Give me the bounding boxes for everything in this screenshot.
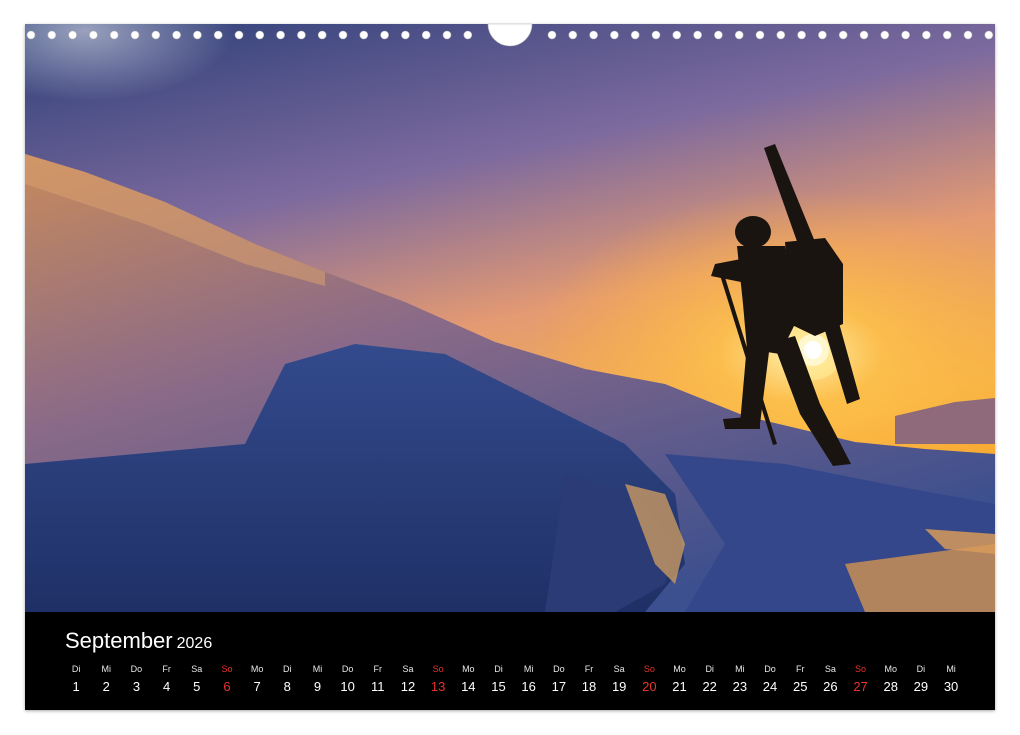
weekday-label: So [643,664,655,674]
day-number: 10 [340,679,355,694]
day-cell: Mo 14 [453,663,483,696]
day-cell: Di 15 [483,663,513,696]
day-cell: So 13 [423,663,453,696]
day-cell: Mi 9 [302,663,332,696]
day-cell: Sa 19 [604,663,634,696]
weekday-label: Fr [584,664,594,674]
weekday-label: Mi [312,664,323,674]
day-cell: Fr 4 [152,663,182,696]
weekday-label: Sa [613,664,625,674]
day-number: 12 [400,679,416,694]
weekday-label: Mi [523,664,534,674]
calendar-page: September 2026 Di 1 Mi 2 Do 3 Fr 4 Sa 5 So 6 Mo 7 Di 8 Mi… [25,24,995,710]
day-row: Di 1 Mi 2 Do 3 Fr 4 Sa 5 So 6 Mo 7 Di 8 Mi 9 Do 10 Fr 11 Sa 12 S… [61,663,966,696]
day-cell: Sa 5 [182,663,212,696]
day-number: 6 [223,679,231,694]
month-title: September 2026 [65,628,212,657]
day-number: 20 [642,679,657,694]
weekday-label: Mi [946,664,956,674]
day-number: 19 [611,679,627,694]
month-name: September [65,628,173,653]
day-cell: Mi 2 [91,663,121,696]
day-number: 16 [521,679,536,694]
weekday-label: Mo [884,664,897,674]
day-cell: Sa 26 [815,663,845,696]
day-cell: So 27 [845,663,875,696]
weekday-label: So [432,664,444,674]
weekday-label: Mo [673,664,686,674]
day-cell: Di 29 [906,663,936,696]
day-number: 23 [732,679,748,694]
weekday-label: Fr [795,664,805,674]
day-number: 7 [253,679,261,694]
day-cell: Fr 18 [574,663,604,696]
weekday-label: Di [705,664,714,674]
day-cell: Mo 21 [664,663,694,696]
weekday-label: Mi [101,664,112,674]
day-number: 25 [792,679,808,694]
weekday-label: Sa [402,664,414,674]
day-cell: Di 22 [695,663,725,696]
weekday-label: Mi [735,664,745,674]
day-number: 2 [102,679,110,694]
weekday-label: Mo [462,664,475,674]
day-cell: Sa 12 [393,663,423,696]
weekday-label: Di [494,664,503,674]
day-number: 18 [581,679,597,694]
weekday-label: So [855,664,867,674]
day-number: 3 [132,679,141,694]
day-number: 8 [283,679,291,694]
day-number: 26 [823,679,838,694]
day-cell: Mo 28 [876,663,906,696]
day-number: 22 [702,679,717,694]
weekday-label: Do [553,664,565,674]
day-cell: Di 8 [272,663,302,696]
day-number: 24 [762,679,778,694]
calendar-photo [25,24,995,612]
weekday-label: Do [341,664,354,674]
day-cell: Mi 16 [514,663,544,696]
day-cell: Do 17 [544,663,574,696]
day-number: 14 [461,679,476,694]
day-cell: So 6 [212,663,242,696]
weekday-label: Mo [250,664,264,674]
day-number: 28 [883,679,898,694]
day-number: 1 [72,679,80,694]
day-cell: Mi 23 [725,663,755,696]
day-number: 13 [430,679,446,694]
weekday-label: Do [130,664,143,674]
day-cell: So 20 [634,663,664,696]
day-number: 21 [672,679,687,694]
day-number: 11 [371,679,385,694]
weekday-label: Di [916,664,926,674]
day-number: 30 [943,679,959,694]
day-number: 9 [313,679,322,694]
calendar-grid: September 2026 Di 1 Mi 2 Do 3 Fr 4 Sa 5 So 6 Mo 7 Di 8 Mi… [25,612,995,710]
weekday-label: Di [283,664,292,674]
day-cell: Di 1 [61,663,91,696]
day-cell: Fr 11 [363,663,393,696]
year: 2026 [176,635,213,652]
weekday-label: Fr [162,664,171,674]
day-number: 4 [162,679,171,694]
day-number: 17 [551,679,567,694]
day-cell: Mi 30 [936,663,966,696]
weekday-label: Sa [824,664,836,674]
weekday-label: So [221,664,233,674]
weekday-label: Di [71,664,81,674]
day-number: 29 [913,679,929,694]
day-cell: Fr 25 [785,663,815,696]
day-cell: Do 3 [121,663,151,696]
weekday-label: Sa [191,664,203,674]
day-cell: Do 10 [333,663,363,696]
day-number: 5 [193,679,201,694]
day-cell: Do 24 [755,663,785,696]
weekday-label: Fr [373,664,383,674]
day-number: 15 [491,679,506,694]
day-number: 27 [853,679,868,694]
weekday-label: Do [764,664,776,674]
day-cell: Mo 7 [242,663,272,696]
